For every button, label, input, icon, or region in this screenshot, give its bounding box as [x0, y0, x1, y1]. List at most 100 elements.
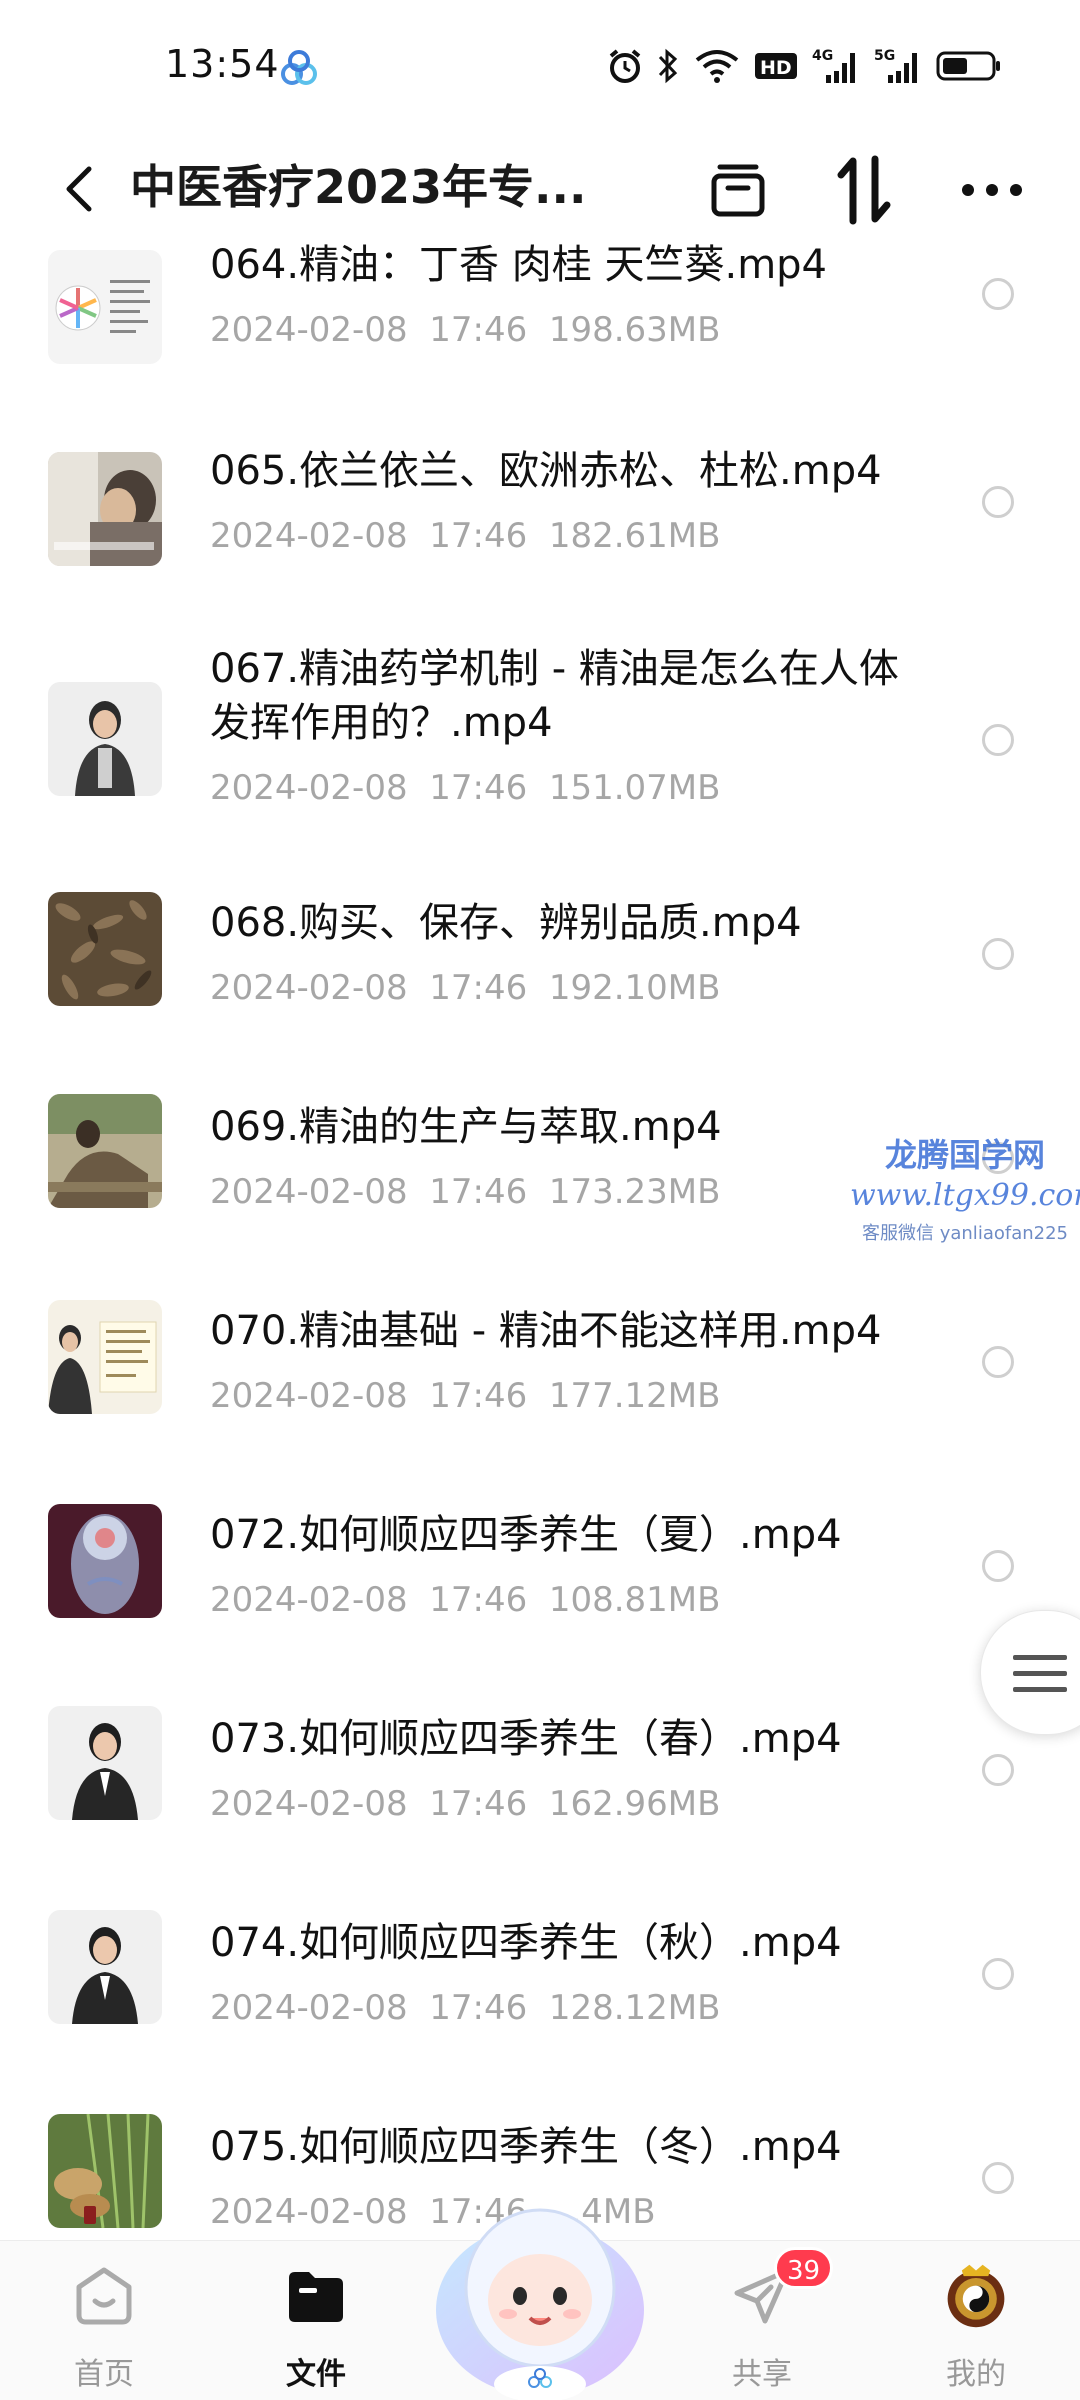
file-size: 192.10MB: [548, 968, 721, 1008]
file-name: 075.如何顺应四季养生（冬）.mp4: [210, 2124, 842, 2170]
signal-5g-icon: 5G: [874, 48, 917, 83]
file-row[interactable]: 065.依兰依兰、欧洲赤松、杜松.mp4 2024-02-08 17:46 18…: [0, 414, 1080, 618]
home-icon: [69, 2261, 139, 2331]
video-thumbnail: [48, 892, 162, 1006]
nav-home[interactable]: 首页: [24, 2241, 184, 2400]
watermark: 龙腾国学网 www.ltgx99.com 客服微信 yanliaofan225: [850, 1130, 1080, 1245]
file-row[interactable]: 072.如何顺应四季养生（夏）.mp4 2024-02-08 17:46 108…: [0, 1480, 1080, 1684]
nav-share[interactable]: 39 共享: [682, 2241, 842, 2400]
hd-label: HD: [760, 57, 792, 79]
file-name: 067.精油药学机制 - 精油是怎么在人体发挥作用的？.mp4: [210, 646, 899, 746]
file-name: 069.精油的生产与萃取.mp4: [210, 1104, 722, 1150]
file-row[interactable]: 070.精油基础 - 精油不能这样用.mp4 2024-02-08 17:46 …: [0, 1276, 1080, 1480]
menu-lines-icon: [1013, 1655, 1067, 1692]
watermark-contact: 客服微信 yanliaofan225: [862, 1223, 1068, 1244]
file-date: 2024-02-08: [210, 516, 408, 556]
nav-files[interactable]: 文件: [236, 2241, 396, 2400]
status-time: 13:54: [165, 42, 280, 86]
video-thumbnail: [48, 1706, 162, 1820]
video-thumbnail: [48, 682, 162, 796]
wifi-icon: [695, 50, 739, 83]
file-time: 17:46: [429, 1784, 528, 1824]
file-size: 173.23MB: [548, 1172, 721, 1212]
file-name: 072.如何顺应四季养生（夏）.mp4: [210, 1512, 842, 1558]
file-time: 17:46: [429, 1172, 528, 1212]
file-name: 065.依兰依兰、欧洲赤松、杜松.mp4: [210, 448, 882, 494]
file-date: 2024-02-08: [210, 1988, 408, 2028]
status-icons: HD 4G 5G: [608, 44, 1002, 88]
signal-4g-label: 4G: [812, 48, 833, 64]
file-meta: 2024-02-08 17:46 198.63MB: [210, 310, 720, 350]
app-notification-icon: [281, 50, 317, 85]
file-size: 182.61MB: [548, 516, 721, 556]
select-radio[interactable]: [982, 486, 1014, 518]
file-time: 17:46: [429, 516, 528, 556]
assistant-mascot-button[interactable]: [430, 2170, 650, 2400]
file-meta: 2024-02-08 17:46 182.61MB: [210, 516, 720, 556]
file-date: 2024-02-08: [210, 1376, 408, 1416]
file-time: 17:46: [429, 1988, 528, 2028]
nav-profile[interactable]: 我的: [896, 2241, 1056, 2400]
bluetooth-icon: [658, 48, 678, 84]
file-size: 151.07MB: [548, 768, 721, 808]
file-size: 198.63MB: [548, 310, 721, 350]
nav-label: 文件: [286, 2357, 346, 2392]
select-radio[interactable]: [982, 1346, 1014, 1378]
file-date: 2024-02-08: [210, 310, 408, 350]
file-size: 128.12MB: [548, 1988, 721, 2028]
file-size: 108.81MB: [548, 1580, 721, 1620]
select-radio[interactable]: [982, 278, 1014, 310]
video-thumbnail: [48, 250, 162, 364]
file-meta: 2024-02-08 17:46 151.07MB: [210, 768, 720, 808]
watermark-url: www.ltgx99.com: [850, 1178, 1080, 1213]
video-thumbnail: [48, 2114, 162, 2228]
video-thumbnail: [48, 1910, 162, 2024]
file-name: 074.如何顺应四季养生（秋）.mp4: [210, 1920, 842, 1966]
more-icon: [962, 184, 1022, 196]
file-name: 070.精油基础 - 精油不能这样用.mp4: [210, 1308, 882, 1354]
select-radio[interactable]: [982, 724, 1014, 756]
nav-label: 我的: [946, 2357, 1006, 2392]
back-icon: [66, 166, 92, 212]
select-radio[interactable]: [982, 1958, 1014, 1990]
nav-label: 共享: [732, 2357, 792, 2392]
file-date: 2024-02-08: [210, 1580, 408, 1620]
file-meta: 2024-02-08 17:46 108.81MB: [210, 1580, 720, 1620]
select-radio[interactable]: [982, 2162, 1014, 2194]
file-time: 17:46: [429, 968, 528, 1008]
file-size: 162.96MB: [548, 1784, 721, 1824]
battery-icon: [936, 51, 1000, 81]
video-thumbnail: [48, 1300, 162, 1414]
video-thumbnail: [48, 452, 162, 566]
file-meta: 2024-02-08 17:46 177.12MB: [210, 1376, 720, 1416]
share-badge: 39: [774, 2247, 834, 2289]
file-date: 2024-02-08: [210, 2192, 408, 2232]
signal-5g-label: 5G: [874, 48, 895, 64]
file-row[interactable]: 073.如何顺应四季养生（春）.mp4 2024-02-08 17:46 162…: [0, 1684, 1080, 1888]
video-thumbnail: [48, 1504, 162, 1618]
hd-icon: HD: [755, 53, 797, 79]
file-time: 17:46: [429, 310, 528, 350]
file-size: 177.12MB: [548, 1376, 721, 1416]
select-radio[interactable]: [982, 1550, 1014, 1582]
select-radio[interactable]: [982, 1754, 1014, 1786]
status-bar: 13:54 HD 4G 5G: [0, 0, 1080, 130]
file-row[interactable]: 067.精油药学机制 - 精油是怎么在人体发挥作用的？.mp4 2024-02-…: [0, 618, 1080, 868]
file-meta: 2024-02-08 17:46 162.96MB: [210, 1784, 720, 1824]
file-time: 17:46: [429, 1376, 528, 1416]
alarm-icon: [609, 49, 641, 83]
select-radio[interactable]: [982, 938, 1014, 970]
file-date: 2024-02-08: [210, 1784, 408, 1824]
file-meta: 2024-02-08 17:46 128.12MB: [210, 1988, 720, 2028]
file-name: 073.如何顺应四季养生（春）.mp4: [210, 1716, 842, 1762]
watermark-name: 龙腾国学网: [884, 1136, 1045, 1174]
folder-icon: [281, 2261, 351, 2331]
video-thumbnail: [48, 1094, 162, 1208]
file-row[interactable]: 074.如何顺应四季养生（秋）.mp4 2024-02-08 17:46 128…: [0, 1888, 1080, 2092]
file-name: 068.购买、保存、辨别品质.mp4: [210, 900, 802, 946]
file-time: 17:46: [429, 1580, 528, 1620]
file-row[interactable]: 068.购买、保存、辨别品质.mp4 2024-02-08 17:46 192.…: [0, 868, 1080, 1072]
file-row[interactable]: 064.精油：丁香 肉桂 天竺葵.mp4 2024-02-08 17:46 19…: [0, 210, 1080, 410]
signal-4g-icon: 4G: [812, 48, 855, 83]
file-date: 2024-02-08: [210, 968, 408, 1008]
